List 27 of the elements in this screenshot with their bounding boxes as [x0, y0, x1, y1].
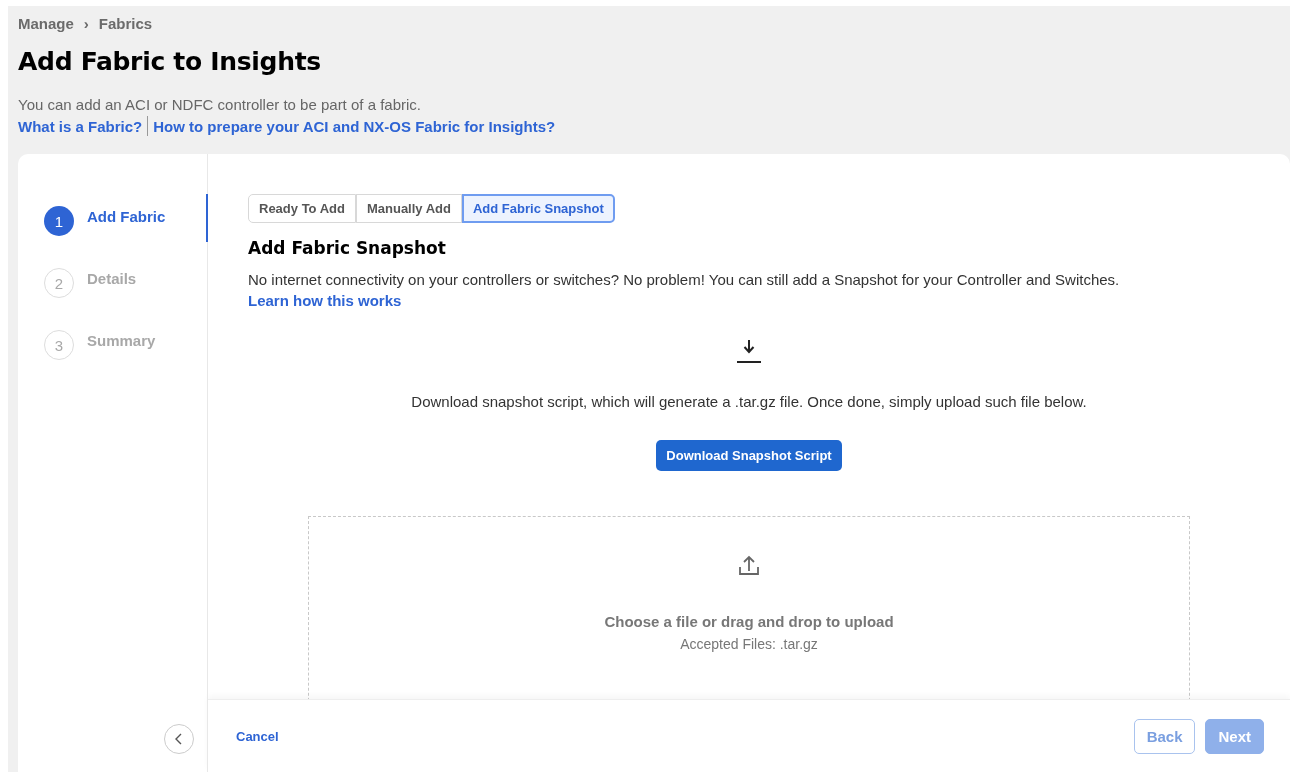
- page-title: Add Fabric to Insights: [18, 47, 322, 76]
- learn-link[interactable]: Learn how this works: [248, 292, 402, 309]
- tab[interactable]: Manually Add: [355, 194, 462, 223]
- step-label: Add Fabric: [87, 207, 166, 225]
- breadcrumb-link[interactable]: Manage: [18, 15, 74, 32]
- help-link[interactable]: How to prepare your ACI and NX-OS Fabric for Insights?: [153, 117, 556, 135]
- wizard-step[interactable]: 1 Add Fabric: [18, 190, 207, 252]
- breadcrumb-current: Fabrics: [98, 15, 153, 32]
- download-text: Download snapshot script, which will generate a .tar.gz file. Once done, simply upload such file below.: [411, 393, 1087, 410]
- download-button[interactable]: Download Snapshot Script: [656, 440, 842, 471]
- tab[interactable]: Add Fabric Snapshot: [462, 194, 615, 223]
- section-text: No internet connectivity on your controllers or switches? No problem! You can still add a Snapshot for your Controller and Switches.: [248, 271, 1121, 288]
- step-label: Details: [87, 269, 137, 287]
- download-icon: [736, 338, 762, 364]
- section-title: Add Fabric Snapshot: [248, 238, 447, 258]
- accepted-files: Accepted Files: .tar.gz: [680, 636, 818, 652]
- collapse-button[interactable]: [164, 724, 194, 754]
- page-description: You can add an ACI or NDFC controller to be part of a fabric.: [18, 96, 422, 113]
- breadcrumb-separator: ›: [83, 15, 89, 32]
- cancel-link[interactable]: Cancel: [236, 728, 279, 744]
- upload-dropzone[interactable]: Choose a file or drag and drop to upload Accepted Files: .tar.gz: [308, 516, 1190, 699]
- tab[interactable]: Ready To Add: [248, 194, 356, 223]
- upload-prompt: Choose a file or drag and drop to upload: [604, 613, 894, 630]
- step-number: 1: [44, 206, 74, 236]
- upload-icon: [737, 553, 761, 577]
- step-label: Summary: [87, 331, 156, 349]
- help-link[interactable]: What is a Fabric?: [18, 117, 143, 135]
